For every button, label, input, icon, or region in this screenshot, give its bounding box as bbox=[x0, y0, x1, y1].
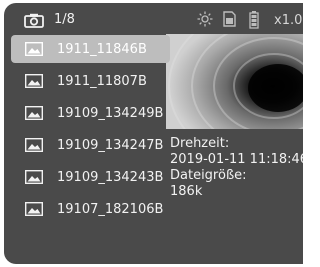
file-counter: 1/8 bbox=[54, 12, 75, 27]
battery-icon bbox=[249, 11, 259, 29]
file-name: 1911_11846B bbox=[57, 41, 147, 57]
device-screen: 1/8 x1.0 1911_11846B 1911_11807B 19109_1… bbox=[4, 3, 303, 264]
camera-icon[interactable] bbox=[24, 13, 44, 32]
file-item[interactable]: 1911_11846B bbox=[11, 35, 170, 63]
file-name: 19109_134243B bbox=[57, 169, 164, 185]
file-name: 19109_134247B bbox=[57, 137, 164, 153]
brightness-icon bbox=[197, 11, 213, 27]
file-name: 19107_182106B bbox=[57, 201, 164, 217]
file-size-value: 186k bbox=[170, 184, 203, 199]
file-item[interactable]: 19107_182106B bbox=[11, 195, 170, 223]
file-item[interactable]: 1911_11807B bbox=[11, 67, 170, 95]
video-preview bbox=[166, 34, 303, 129]
file-size-label: Dateigröße: bbox=[170, 168, 247, 183]
rotation-time-value: 2019-01-11 11:18:46 bbox=[170, 152, 303, 167]
memory-card-icon bbox=[223, 11, 236, 27]
rotation-time-label: Drehzeit: bbox=[170, 136, 230, 151]
zoom-level: x1.0 bbox=[274, 13, 303, 28]
file-item[interactable]: 19109_134243B bbox=[11, 163, 170, 191]
file-details: Drehzeit: 2019-01-11 11:18:46 Dateigröße… bbox=[170, 136, 303, 200]
file-name: 19109_134249B bbox=[57, 105, 164, 121]
image-thumbnail-icon bbox=[25, 106, 43, 120]
file-item[interactable]: 19109_134249B bbox=[11, 99, 170, 127]
file-item[interactable]: 19109_134247B bbox=[11, 131, 170, 159]
image-thumbnail-icon bbox=[25, 138, 43, 152]
file-name: 1911_11807B bbox=[57, 73, 147, 89]
image-thumbnail-icon bbox=[25, 42, 43, 56]
image-thumbnail-icon bbox=[25, 74, 43, 88]
status-bar: 1/8 x1.0 bbox=[4, 3, 303, 33]
image-thumbnail-icon bbox=[25, 170, 43, 184]
image-thumbnail-icon bbox=[25, 202, 43, 216]
